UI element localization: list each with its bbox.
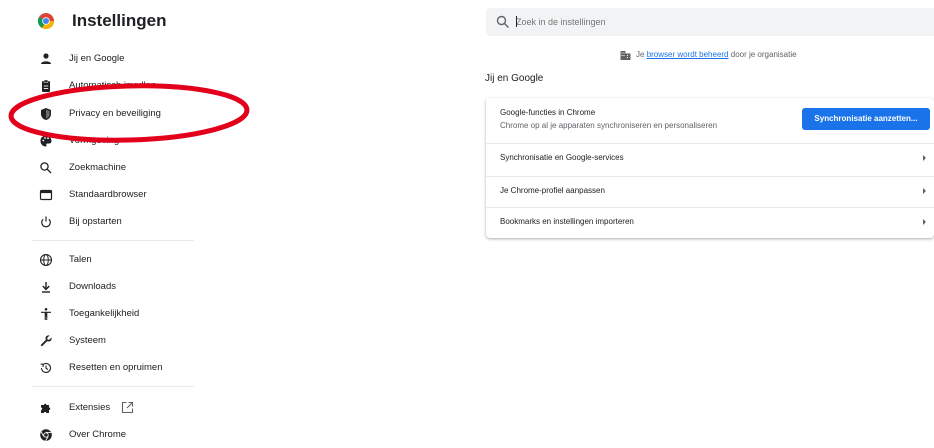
sync-title: Google-functies in Chrome — [500, 108, 596, 117]
download-icon — [42, 282, 50, 293]
chrome-icon — [40, 429, 52, 442]
open-in-new-icon[interactable] — [121, 401, 134, 414]
arrow-right-icon — [923, 188, 926, 194]
section-title: Jij en Google — [485, 73, 544, 84]
row-label: Synchronisatie en Google-services — [500, 153, 624, 162]
arrow-right-icon — [923, 219, 926, 225]
managed-notice: Je browser wordt beheerd door je organis… — [620, 50, 797, 60]
sidebar-item-label: Extensies — [69, 402, 111, 413]
sync-row: Google-functies in Chrome Chrome op al j… — [486, 98, 934, 139]
browser-icon — [39, 189, 53, 201]
page-title: Instellingen — [72, 11, 167, 30]
settings-row-sync-services[interactable]: Synchronisatie en Google-services — [486, 143, 934, 170]
sync-enable-button[interactable]: Synchronisatie aanzetten... — [802, 108, 930, 130]
managed-link[interactable]: browser wordt beheerd — [647, 50, 729, 59]
settings-row-import-bookmarks[interactable]: Bookmarks en instellingen importeren — [486, 207, 934, 238]
sidebar-item-label: Over Chrome — [69, 429, 127, 440]
sidebar-item-label: Systeem — [69, 335, 106, 346]
settings-card: Google-functies in Chrome Chrome op al j… — [486, 98, 934, 238]
wrench-icon — [40, 335, 52, 347]
sidebar-item-downloads[interactable]: Downloads — [0, 274, 200, 300]
row-label: Bookmarks en instellingen importeren — [500, 217, 634, 226]
search-input[interactable] — [516, 12, 916, 32]
person-icon — [41, 53, 51, 64]
sidebar-item-label: Jij en Google — [69, 53, 125, 64]
settings-row-chrome-profile[interactable]: Je Chrome-profiel aanpassen — [486, 176, 934, 203]
row-label: Je Chrome-profiel aanpassen — [500, 186, 605, 195]
organization-icon — [620, 51, 631, 60]
accessibility-icon — [41, 308, 51, 320]
sidebar-item-label: Toegankelijkheid — [69, 308, 140, 319]
sidebar-item-zoekmachine[interactable]: Zoekmachine — [0, 155, 200, 181]
managed-prefix: Je — [636, 50, 645, 59]
sidebar-item-systeem[interactable]: Systeem — [0, 328, 200, 354]
sidebar-item-label: Talen — [69, 254, 92, 265]
sidebar-item-resetten-en-opruimen[interactable]: Resetten en opruimen — [0, 355, 200, 381]
sync-subtitle: Chrome op al je apparaten synchroniseren… — [500, 121, 718, 130]
sidebar-item-talen[interactable]: Talen — [0, 247, 200, 273]
managed-suffix: door je organisatie — [730, 50, 797, 59]
annotation-ellipse — [8, 83, 250, 143]
sidebar-item-label: Resetten en opruimen — [69, 362, 163, 373]
sidebar-item-bij-opstarten[interactable]: Bij opstarten — [0, 209, 200, 235]
sidebar-item-label: Bij opstarten — [69, 216, 122, 227]
sidebar-item-extensies[interactable]: Extensies — [0, 395, 200, 421]
sidebar-item-standaardbrowser[interactable]: Standaardbrowser — [0, 182, 200, 208]
search-bar[interactable] — [486, 8, 934, 36]
search-icon — [496, 15, 509, 28]
sidebar-item-label: Zoekmachine — [69, 162, 127, 173]
sidebar-item-label: Downloads — [69, 281, 116, 292]
power-icon — [41, 216, 51, 228]
search-icon — [40, 162, 52, 174]
puzzle-icon — [41, 403, 51, 413]
sidebar-item-jij-en-google[interactable]: Jij en Google — [0, 46, 200, 72]
sidebar-item-label: Standaardbrowser — [69, 189, 147, 200]
sidebar-item-toegankelijkheid[interactable]: Toegankelijkheid — [0, 301, 200, 327]
arrow-right-icon — [923, 155, 926, 161]
chrome-logo-icon — [38, 13, 54, 29]
globe-icon — [39, 253, 53, 267]
text-cursor — [516, 16, 517, 27]
sidebar-divider — [32, 240, 194, 241]
sidebar-item-over-chrome[interactable]: Over Chrome — [0, 422, 200, 448]
restore-icon — [40, 362, 52, 373]
sidebar-divider — [32, 386, 194, 387]
